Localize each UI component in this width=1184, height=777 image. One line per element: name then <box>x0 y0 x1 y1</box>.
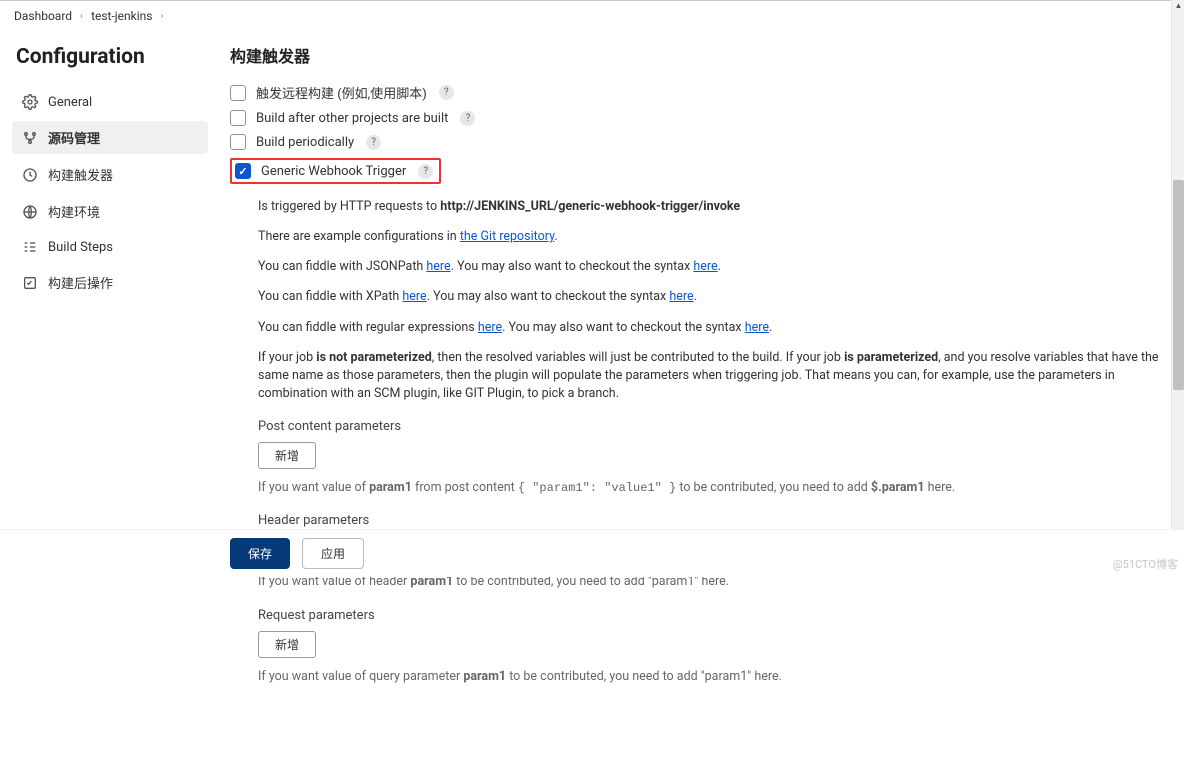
post-content-hint: If you want value of param1 from post co… <box>258 479 1172 497</box>
trigger-periodic-row: Build periodically ? <box>230 134 1172 150</box>
add-request-param-button[interactable]: 新增 <box>258 631 316 658</box>
sidebar-item-scm[interactable]: 源码管理 <box>12 121 208 154</box>
chevron-right-icon: › <box>160 11 163 22</box>
save-button[interactable]: 保存 <box>230 538 290 569</box>
footer-bar: 保存 应用 <box>0 529 1184 577</box>
help-icon[interactable]: ? <box>418 164 433 179</box>
trigger-generic-highlight: Generic Webhook Trigger ? <box>230 158 441 184</box>
page-title: Configuration <box>16 45 208 69</box>
section-title: 构建触发器 <box>230 43 1172 67</box>
xpath-here-link[interactable]: here <box>402 289 426 304</box>
detail-example-config: There are example configurations in the … <box>258 228 1172 246</box>
trigger-after-row: Build after other projects are built ? <box>230 110 1172 126</box>
gear-icon <box>22 94 38 110</box>
jsonpath-here-link[interactable]: here <box>426 259 450 274</box>
header-params-title: Header parameters <box>258 513 1172 528</box>
sidebar-item-general[interactable]: General <box>12 87 208 117</box>
watermark: @51CTO博客 <box>1113 556 1178 572</box>
detail-parameterized: If your job is not parameterized, then t… <box>258 349 1172 403</box>
scrollbar[interactable]: ▲ ▼ <box>1171 0 1184 577</box>
sidebar-item-post-build[interactable]: 构建后操作 <box>12 266 208 299</box>
request-hint: If you want value of query parameter par… <box>258 668 1172 686</box>
detail-jsonpath: You can fiddle with JSONPath here. You m… <box>258 258 1172 276</box>
help-icon[interactable]: ? <box>460 111 475 126</box>
sidebar-item-label: 源码管理 <box>48 128 100 147</box>
sidebar-item-build-steps[interactable]: Build Steps <box>12 232 208 262</box>
trigger-remote-row: 触发远程构建 (例如,使用脚本) ? <box>230 83 1172 102</box>
sidebar-item-label: 构建后操作 <box>48 273 113 292</box>
regex-here-link[interactable]: here <box>478 320 502 335</box>
detail-regex: You can fiddle with regular expressions … <box>258 319 1172 337</box>
steps-icon <box>22 239 38 255</box>
scroll-up-icon[interactable]: ▲ <box>1173 0 1184 11</box>
sidebar-item-label: 构建触发器 <box>48 165 113 184</box>
checklist-icon <box>22 275 38 291</box>
breadcrumb: Dashboard › test-jenkins › <box>0 1 1184 31</box>
chevron-right-icon: › <box>80 11 83 22</box>
sidebar-item-label: Build Steps <box>48 240 113 255</box>
request-params-title: Request parameters <box>258 608 1172 623</box>
clock-icon <box>22 167 38 183</box>
sidebar-item-env[interactable]: 构建环境 <box>12 195 208 228</box>
branch-icon <box>22 130 38 146</box>
detail-invoke-url: Is triggered by HTTP requests to http://… <box>258 198 1172 216</box>
sidebar-item-label: General <box>48 95 92 110</box>
git-repository-link[interactable]: the Git repository <box>460 229 555 244</box>
help-icon[interactable]: ? <box>439 85 454 100</box>
checkbox-after[interactable] <box>230 110 246 126</box>
trigger-periodic-label: Build periodically <box>256 135 354 150</box>
trigger-remote-label: 触发远程构建 (例如,使用脚本) <box>256 83 427 102</box>
sidebar: Configuration General 源码管理 构建触发器 构建环境 <box>12 39 218 698</box>
sidebar-item-triggers[interactable]: 构建触发器 <box>12 158 208 191</box>
post-content-params-title: Post content parameters <box>258 419 1172 434</box>
help-icon[interactable]: ? <box>366 135 381 150</box>
trigger-generic-label: Generic Webhook Trigger <box>261 164 406 179</box>
sidebar-item-label: 构建环境 <box>48 202 100 221</box>
scroll-thumb[interactable] <box>1173 180 1184 390</box>
breadcrumb-dashboard[interactable]: Dashboard <box>14 9 72 23</box>
checkbox-remote[interactable] <box>230 85 246 101</box>
apply-button[interactable]: 应用 <box>302 538 364 569</box>
main-content: 构建触发器 触发远程构建 (例如,使用脚本) ? Build after oth… <box>218 39 1172 698</box>
xpath-syntax-link[interactable]: here <box>669 289 693 304</box>
regex-syntax-link[interactable]: here <box>745 320 769 335</box>
trigger-after-label: Build after other projects are built <box>256 111 448 126</box>
add-post-param-button[interactable]: 新增 <box>258 442 316 469</box>
breadcrumb-project[interactable]: test-jenkins <box>91 9 152 23</box>
detail-xpath: You can fiddle with XPath here. You may … <box>258 288 1172 306</box>
checkbox-generic[interactable] <box>235 163 251 179</box>
jsonpath-syntax-link[interactable]: here <box>693 259 717 274</box>
checkbox-periodic[interactable] <box>230 134 246 150</box>
globe-icon <box>22 204 38 220</box>
generic-webhook-detail: Is triggered by HTTP requests to http://… <box>230 198 1172 686</box>
